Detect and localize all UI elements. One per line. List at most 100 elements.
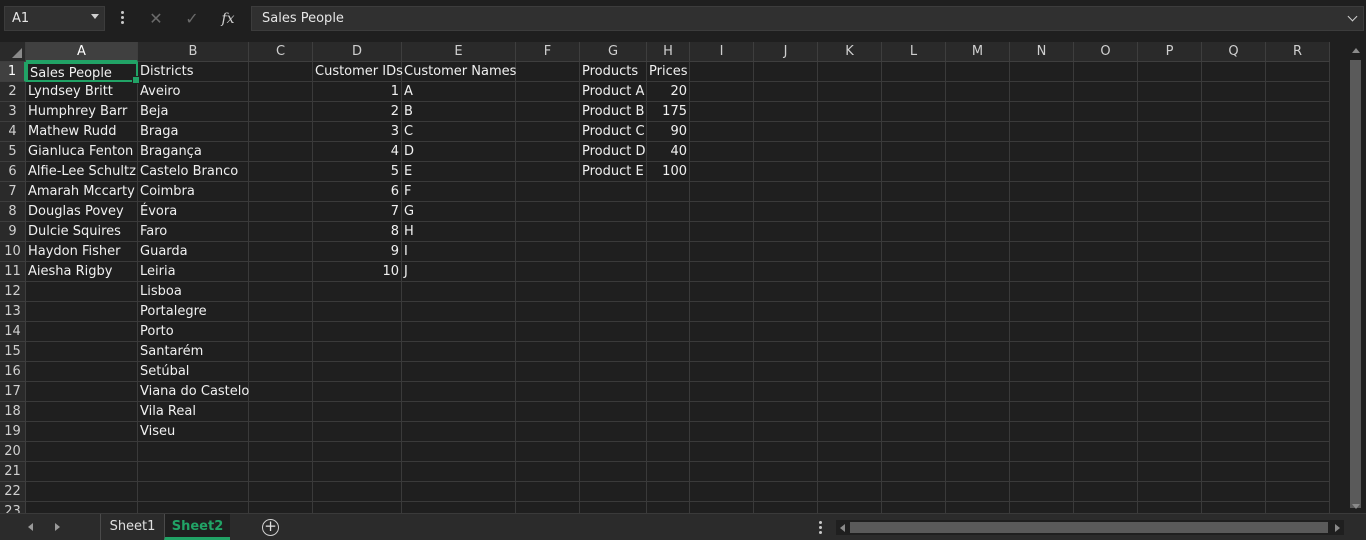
cell-q3[interactable] xyxy=(1202,102,1266,122)
cell-f2[interactable] xyxy=(516,82,580,102)
cell-h18[interactable] xyxy=(647,402,690,422)
cell-m2[interactable] xyxy=(946,82,1010,102)
cell-h2[interactable]: 20 xyxy=(647,82,690,102)
cell-a13[interactable] xyxy=(26,302,138,322)
cell-h22[interactable] xyxy=(647,482,690,502)
cell-l17[interactable] xyxy=(882,382,946,402)
cell-l7[interactable] xyxy=(882,182,946,202)
cell-r5[interactable] xyxy=(1266,142,1330,162)
cell-r21[interactable] xyxy=(1266,462,1330,482)
cell-m5[interactable] xyxy=(946,142,1010,162)
cell-n16[interactable] xyxy=(1010,362,1074,382)
cell-d4[interactable]: 3 xyxy=(313,122,402,142)
cell-b4[interactable]: Braga xyxy=(138,122,249,142)
cell-a10[interactable]: Haydon Fisher xyxy=(26,242,138,262)
cell-j2[interactable] xyxy=(754,82,818,102)
cell-o9[interactable] xyxy=(1074,222,1138,242)
cell-i10[interactable] xyxy=(690,242,754,262)
cell-r13[interactable] xyxy=(1266,302,1330,322)
cell-r9[interactable] xyxy=(1266,222,1330,242)
cell-j12[interactable] xyxy=(754,282,818,302)
horizontal-scroll-thumb[interactable] xyxy=(850,522,1328,533)
cell-a11[interactable]: Aiesha Rigby xyxy=(26,262,138,282)
cell-a15[interactable] xyxy=(26,342,138,362)
cell-o2[interactable] xyxy=(1074,82,1138,102)
scroll-left-icon[interactable] xyxy=(840,524,845,532)
cell-k14[interactable] xyxy=(818,322,882,342)
cell-i2[interactable] xyxy=(690,82,754,102)
cell-i15[interactable] xyxy=(690,342,754,362)
cell-o18[interactable] xyxy=(1074,402,1138,422)
scroll-up-icon[interactable] xyxy=(1352,48,1360,53)
cell-h21[interactable] xyxy=(647,462,690,482)
cell-k6[interactable] xyxy=(818,162,882,182)
cell-r10[interactable] xyxy=(1266,242,1330,262)
column-header-i[interactable]: I xyxy=(690,42,754,62)
prev-sheet-icon[interactable] xyxy=(28,523,33,531)
row-header-10[interactable]: 10 xyxy=(0,242,26,262)
cell-l11[interactable] xyxy=(882,262,946,282)
cell-e23[interactable] xyxy=(402,502,516,513)
cell-b10[interactable]: Guarda xyxy=(138,242,249,262)
cell-n9[interactable] xyxy=(1010,222,1074,242)
cell-i3[interactable] xyxy=(690,102,754,122)
cell-j9[interactable] xyxy=(754,222,818,242)
cell-g7[interactable] xyxy=(580,182,647,202)
cell-c14[interactable] xyxy=(249,322,313,342)
cell-l15[interactable] xyxy=(882,342,946,362)
cell-f13[interactable] xyxy=(516,302,580,322)
cell-p1[interactable] xyxy=(1138,62,1202,82)
cell-a20[interactable] xyxy=(26,442,138,462)
cell-m3[interactable] xyxy=(946,102,1010,122)
cell-n8[interactable] xyxy=(1010,202,1074,222)
cell-g19[interactable] xyxy=(580,422,647,442)
cell-h5[interactable]: 40 xyxy=(647,142,690,162)
cell-b21[interactable] xyxy=(138,462,249,482)
cell-l10[interactable] xyxy=(882,242,946,262)
cell-e2[interactable]: A xyxy=(402,82,516,102)
cell-d16[interactable] xyxy=(313,362,402,382)
cell-l20[interactable] xyxy=(882,442,946,462)
cell-b18[interactable]: Vila Real xyxy=(138,402,249,422)
cell-c4[interactable] xyxy=(249,122,313,142)
cell-o10[interactable] xyxy=(1074,242,1138,262)
cell-q16[interactable] xyxy=(1202,362,1266,382)
cell-h1[interactable]: Prices xyxy=(647,62,690,82)
cell-n4[interactable] xyxy=(1010,122,1074,142)
column-header-a[interactable]: A xyxy=(26,42,138,62)
name-box[interactable]: A1 xyxy=(4,6,105,31)
cell-m22[interactable] xyxy=(946,482,1010,502)
cell-o16[interactable] xyxy=(1074,362,1138,382)
cell-r11[interactable] xyxy=(1266,262,1330,282)
cell-f5[interactable] xyxy=(516,142,580,162)
cell-d9[interactable]: 8 xyxy=(313,222,402,242)
cell-f3[interactable] xyxy=(516,102,580,122)
cell-n1[interactable] xyxy=(1010,62,1074,82)
cell-l5[interactable] xyxy=(882,142,946,162)
cell-p21[interactable] xyxy=(1138,462,1202,482)
cell-j14[interactable] xyxy=(754,322,818,342)
cancel-icon[interactable]: ✕ xyxy=(143,7,169,31)
cell-b15[interactable]: Santarém xyxy=(138,342,249,362)
cell-n6[interactable] xyxy=(1010,162,1074,182)
cell-l8[interactable] xyxy=(882,202,946,222)
cell-i18[interactable] xyxy=(690,402,754,422)
cell-f12[interactable] xyxy=(516,282,580,302)
row-header-3[interactable]: 3 xyxy=(0,102,26,122)
cell-i19[interactable] xyxy=(690,422,754,442)
cell-q13[interactable] xyxy=(1202,302,1266,322)
cell-p12[interactable] xyxy=(1138,282,1202,302)
cell-m9[interactable] xyxy=(946,222,1010,242)
cell-k4[interactable] xyxy=(818,122,882,142)
cell-f14[interactable] xyxy=(516,322,580,342)
cell-p9[interactable] xyxy=(1138,222,1202,242)
cell-m15[interactable] xyxy=(946,342,1010,362)
cell-g20[interactable] xyxy=(580,442,647,462)
cell-e4[interactable]: C xyxy=(402,122,516,142)
cell-c23[interactable] xyxy=(249,502,313,513)
cell-g2[interactable]: Product A xyxy=(580,82,647,102)
cell-f9[interactable] xyxy=(516,222,580,242)
cell-f10[interactable] xyxy=(516,242,580,262)
cell-n3[interactable] xyxy=(1010,102,1074,122)
cell-m13[interactable] xyxy=(946,302,1010,322)
